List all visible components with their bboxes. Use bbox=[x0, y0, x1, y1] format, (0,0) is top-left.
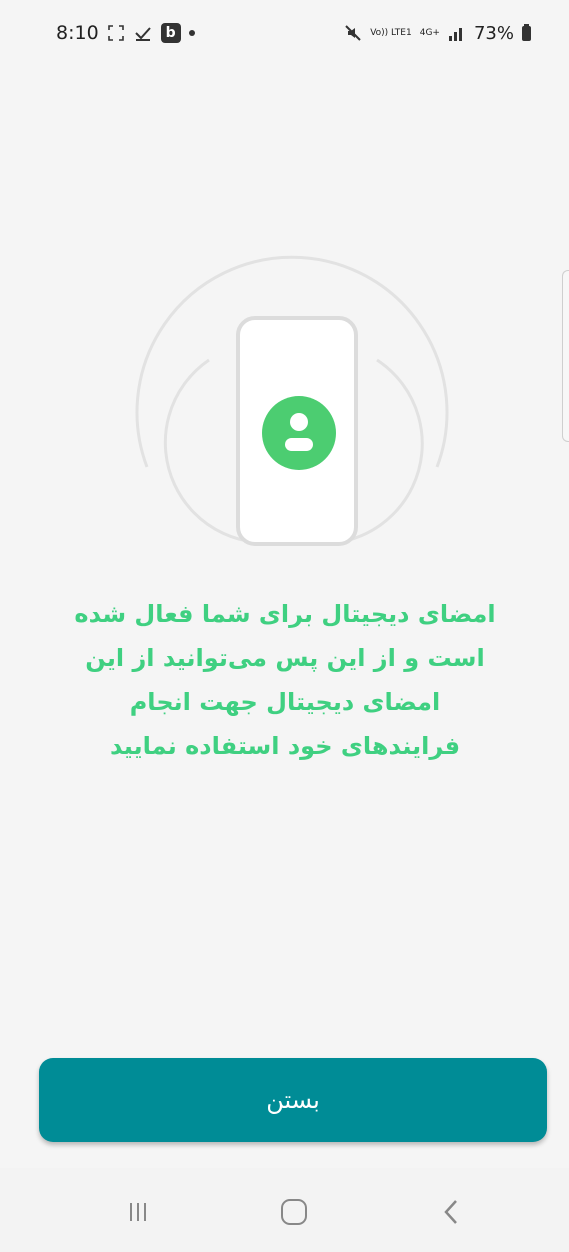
activation-message: امضای دیجیتال برای شما فعال شده است و از… bbox=[74, 600, 496, 760]
signal-icon bbox=[448, 25, 466, 41]
screenshot-icon bbox=[107, 24, 125, 42]
digital-signature-illustration bbox=[127, 252, 457, 562]
mute-icon bbox=[344, 24, 362, 42]
edge-panel-handle[interactable] bbox=[562, 270, 569, 442]
network-type-label: 4G+ bbox=[419, 27, 440, 38]
status-time: 8:10 bbox=[56, 22, 99, 44]
b-app-icon: b bbox=[160, 23, 181, 43]
close-button[interactable]: بستن bbox=[39, 1058, 547, 1142]
user-avatar-icon bbox=[262, 396, 336, 470]
back-icon[interactable] bbox=[430, 1190, 474, 1234]
dot-icon bbox=[188, 30, 195, 36]
status-right: Vo)) LTE1 4G+ 73% bbox=[344, 23, 531, 44]
navigation-bar bbox=[0, 1168, 569, 1252]
download-done-icon bbox=[133, 24, 153, 42]
battery-percent: 73% bbox=[473, 22, 514, 44]
status-bar: 8:10 b Vo)) LTE1 4G+ 73% bbox=[0, 0, 569, 66]
recent-apps-icon[interactable] bbox=[116, 1190, 160, 1234]
home-icon[interactable] bbox=[272, 1190, 316, 1234]
status-left: 8:10 b bbox=[56, 22, 195, 44]
battery-icon bbox=[522, 23, 531, 41]
network-volte-label: Vo)) LTE1 bbox=[370, 27, 412, 38]
